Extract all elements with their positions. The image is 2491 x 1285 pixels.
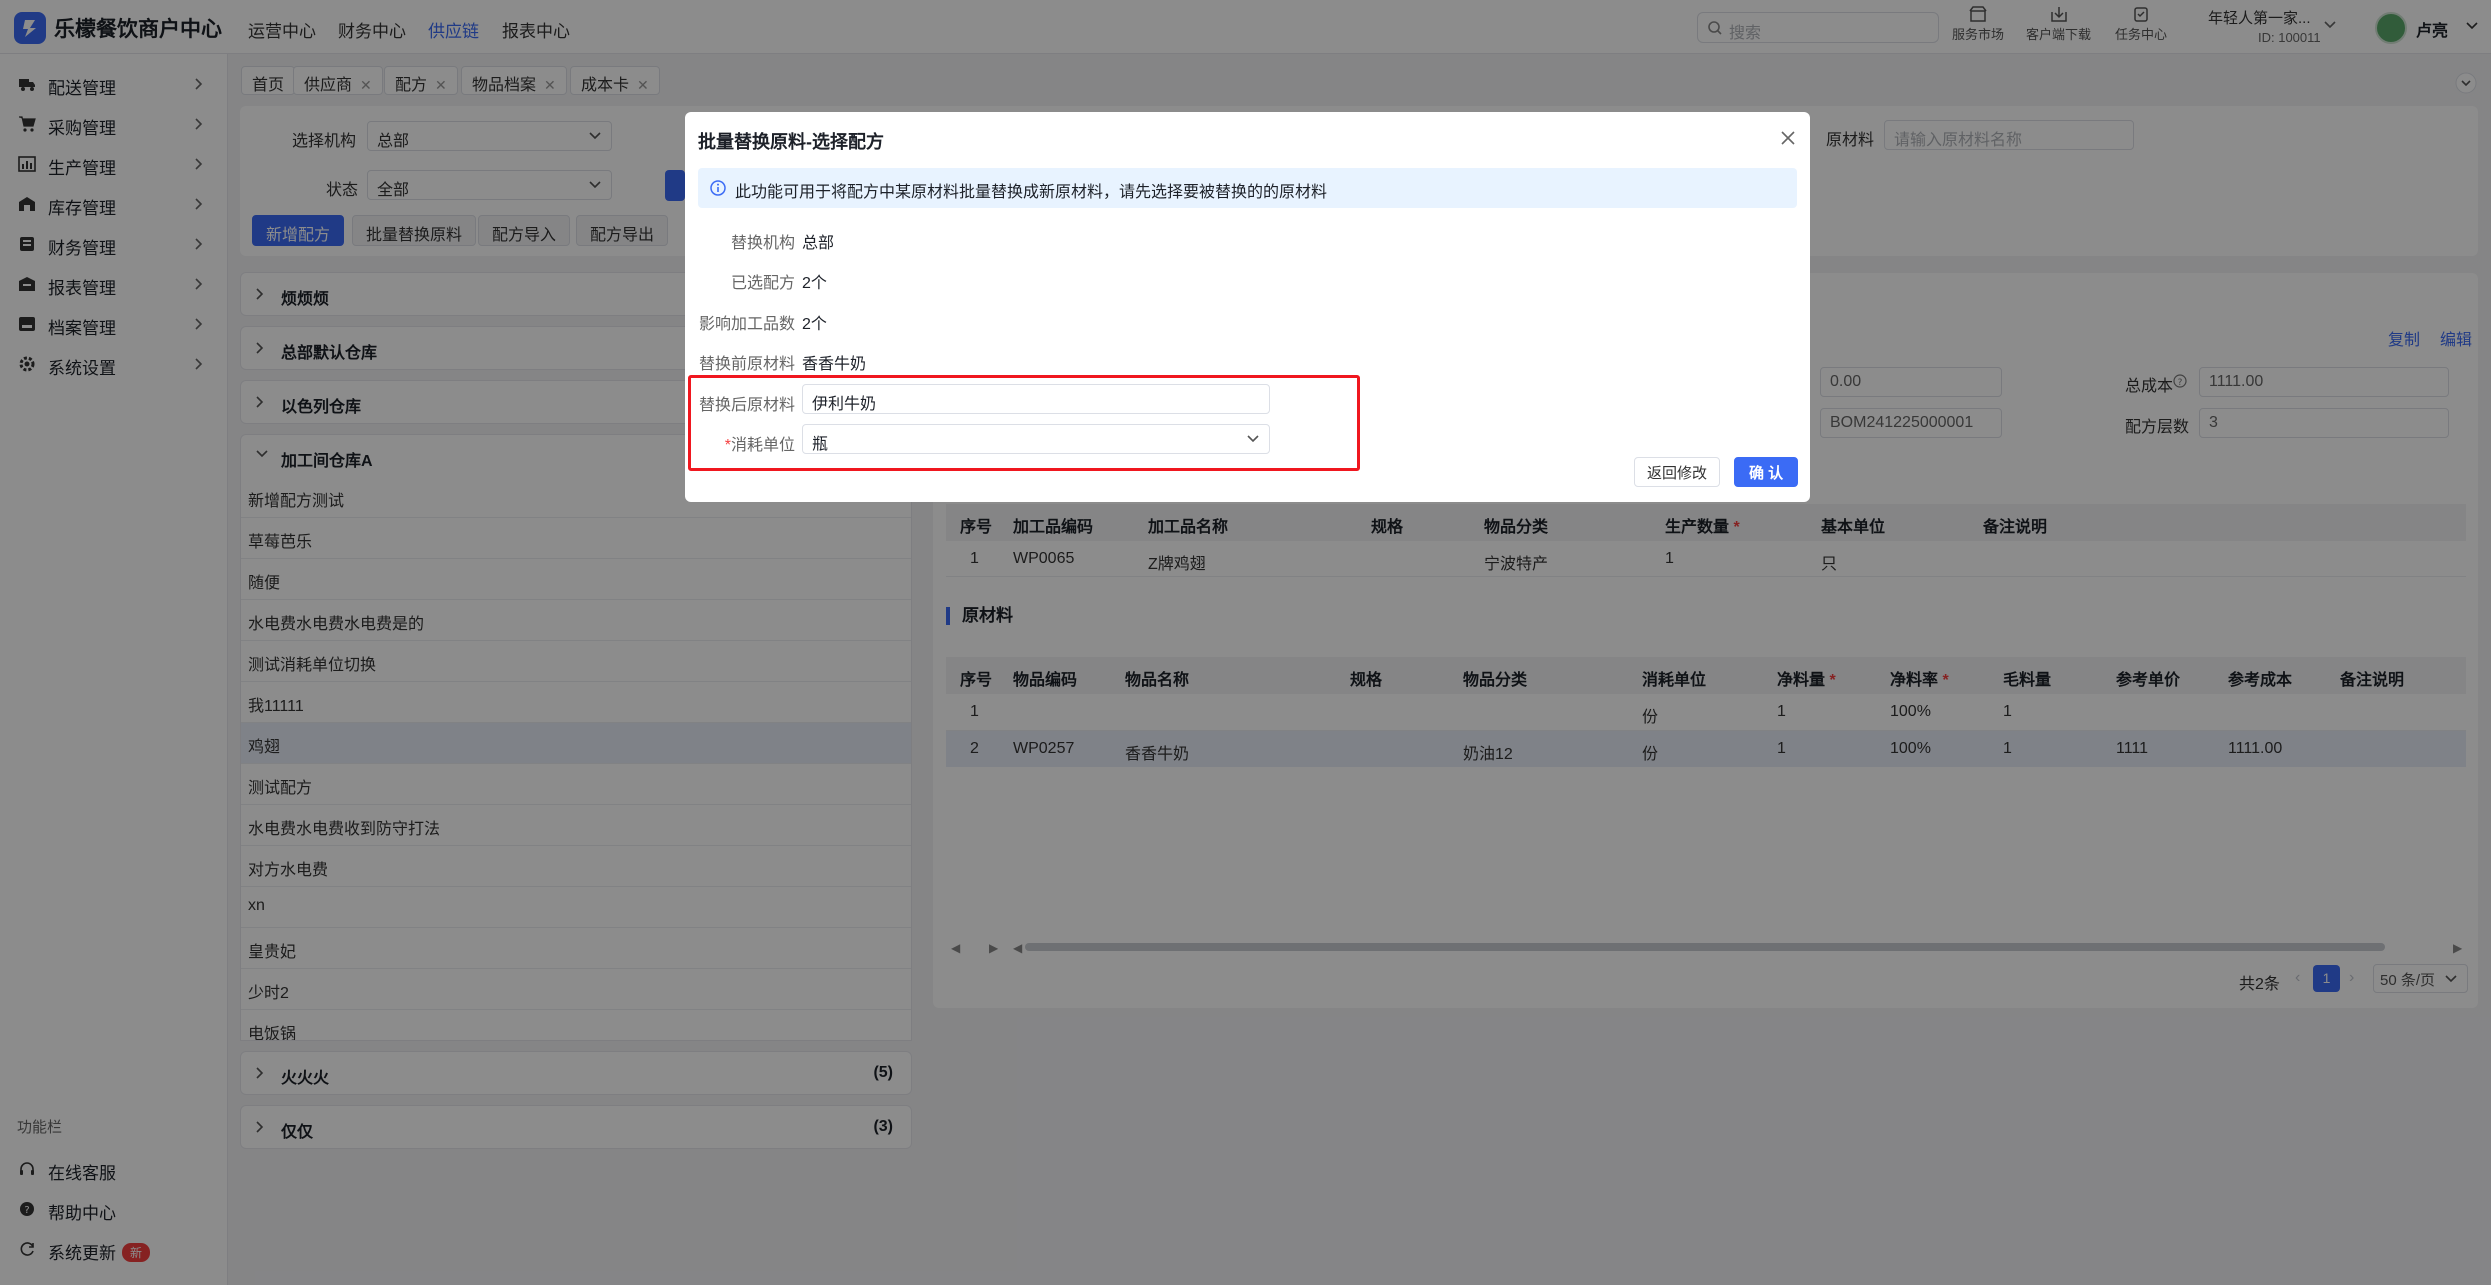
replace-org-label: 替换机构 — [730, 235, 795, 252]
back-to-edit-button[interactable]: 返回修改 — [1634, 457, 1721, 487]
selected-recipes-value: 2个 — [802, 275, 827, 292]
batch-replace-dialog: 批量替换原料-选择配方 此功能可用于将配方中某原材料批量替换成新原材料，请先选择… — [685, 112, 1810, 502]
confirm-button[interactable]: 确 认 — [1734, 457, 1799, 487]
selected-recipes-label: 已选配方 — [730, 275, 795, 292]
info-banner: 此功能可用于将配方中某原材料批量替换成新原材料，请先选择要被替换的的原材料 — [698, 168, 1797, 208]
affected-products-value: 2个 — [802, 316, 827, 333]
highlight-frame — [688, 375, 1360, 471]
close-icon[interactable] — [1780, 130, 1796, 146]
info-text: 此功能可用于将配方中某原材料批量替换成新原材料，请先选择要被替换的的原材料 — [735, 184, 1328, 201]
info-icon — [710, 180, 726, 196]
old-material-value: 香香牛奶 — [802, 356, 867, 373]
replace-org-value: 总部 — [802, 235, 835, 252]
old-material-label: 替换前原材料 — [698, 356, 795, 373]
affected-products-label: 影响加工品数 — [698, 316, 795, 333]
dialog-title: 批量替换原料-选择配方 — [698, 132, 884, 152]
